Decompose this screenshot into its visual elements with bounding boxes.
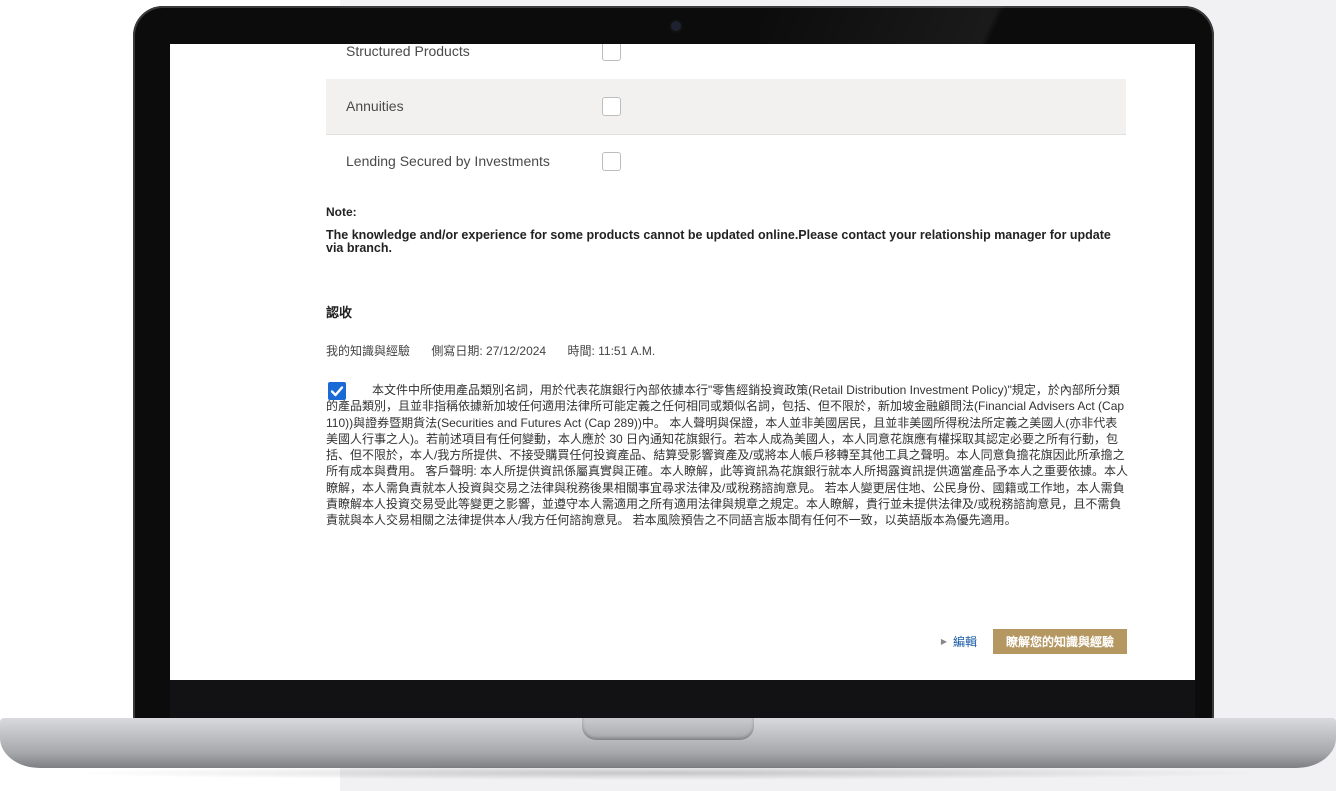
product-row-structured: Structured Products bbox=[326, 44, 1126, 80]
triangle-right-icon: ▶ bbox=[940, 636, 947, 646]
laptop-shadow bbox=[60, 766, 1276, 780]
acknowledgement-title: 認收 bbox=[326, 305, 353, 320]
profile-meta: 我的知識與經驗 側寫日期: 27/12/2024 時間: 11:51 A.M. bbox=[326, 342, 673, 359]
confirm-knowledge-button[interactable]: 瞭解您的知識與經驗 bbox=[992, 628, 1127, 654]
product-checkbox-lending[interactable] bbox=[602, 152, 621, 171]
product-row-annuities: Annuities bbox=[326, 79, 1126, 135]
profile-date: 側寫日期: 27/12/2024 bbox=[431, 344, 547, 358]
screen-bezel-bottom bbox=[170, 680, 1195, 718]
product-checkbox-structured[interactable] bbox=[602, 44, 621, 61]
product-label: Structured Products bbox=[346, 44, 470, 59]
edit-label: 編輯 bbox=[952, 634, 977, 649]
laptop-screen: Structured Products Annuities Lending Se… bbox=[170, 44, 1195, 680]
section-name: 我的知識與經驗 bbox=[326, 344, 411, 358]
note-title: Note: bbox=[326, 205, 357, 219]
profile-time: 時間: 11:51 A.M. bbox=[567, 344, 656, 358]
action-bar: ▶ 編輯 瞭解您的知識與經驗 bbox=[941, 628, 1127, 654]
product-row-lending: Lending Secured by Investments bbox=[326, 134, 1126, 189]
edit-link[interactable]: ▶ 編輯 bbox=[941, 633, 977, 650]
acknowledge-checkbox[interactable] bbox=[328, 382, 346, 400]
note-text: The knowledge and/or experience for some… bbox=[326, 228, 1111, 255]
product-label: Lending Secured by Investments bbox=[346, 153, 550, 169]
disclaimer-text: 本文件中所使用產品類別名詞，用於代表花旗銀行內部依據本行"零售經銷投資政策(Re… bbox=[326, 383, 1129, 528]
product-label: Annuities bbox=[346, 98, 404, 114]
laptop-hinge-notch bbox=[582, 718, 754, 740]
check-icon bbox=[330, 386, 344, 397]
product-checkbox-annuities[interactable] bbox=[602, 97, 621, 116]
webcam-icon bbox=[671, 21, 681, 31]
